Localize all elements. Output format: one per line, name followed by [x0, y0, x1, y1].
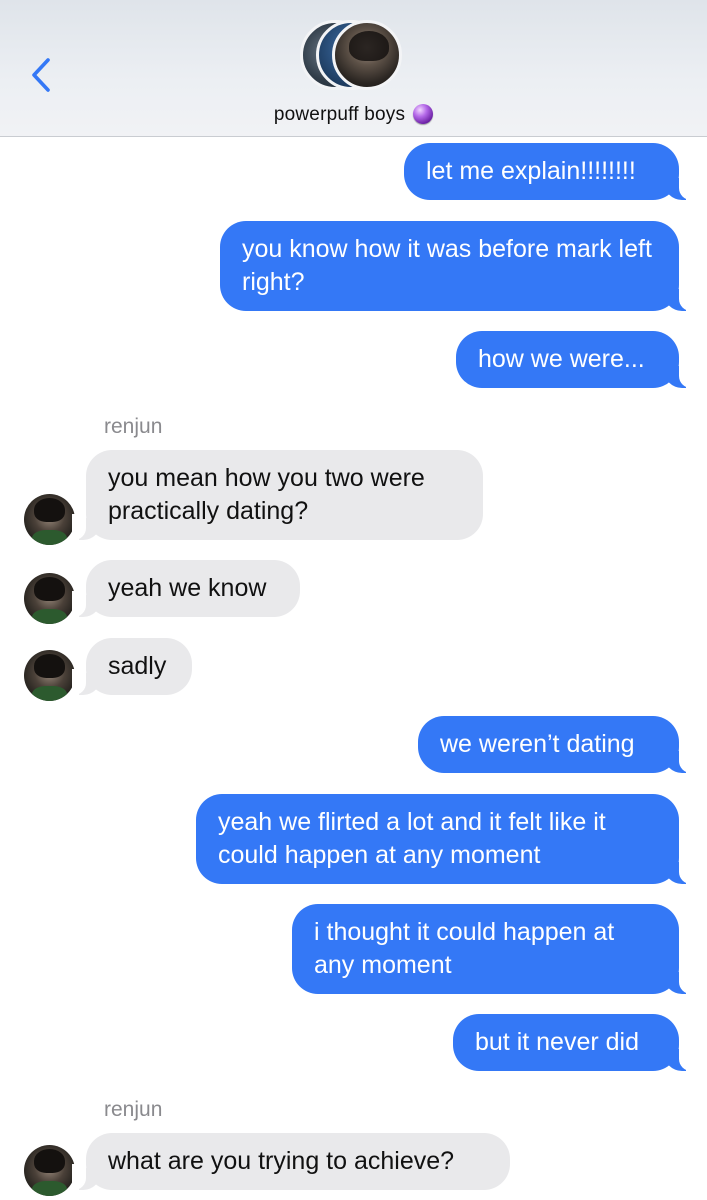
conversation-header: powerpuff boys	[0, 0, 707, 137]
message-bubble-outgoing[interactable]: you know how it was before mark left rig…	[220, 221, 693, 311]
message-text: yeah we flirted a lot and it felt like i…	[218, 808, 606, 869]
message-text: sadly	[108, 652, 167, 680]
message-text: but it never did	[475, 1028, 639, 1056]
message-text: what are you trying to achieve?	[108, 1147, 455, 1175]
message-text: you mean how you two were practically da…	[108, 464, 425, 525]
message-bubble-outgoing[interactable]: how we were...	[456, 331, 693, 388]
message-bubble-incoming[interactable]: yeah we know	[72, 560, 300, 617]
renjun-avatar[interactable]	[24, 573, 75, 624]
chevron-left-icon	[32, 58, 50, 92]
group-member-avatar	[332, 20, 402, 90]
message-bubble-incoming[interactable]: what are you trying to achieve?	[72, 1133, 510, 1190]
message-bubble-outgoing[interactable]: but it never did	[453, 1014, 693, 1071]
message-text: let me explain!!!!!!!!	[426, 157, 636, 185]
group-name-label: powerpuff boys	[273, 104, 406, 125]
message-bubble-outgoing[interactable]: i thought it could happen at any moment	[292, 904, 693, 994]
message-bubble-incoming[interactable]: sadly	[72, 638, 192, 695]
renjun-avatar[interactable]	[24, 494, 75, 545]
message-text: we weren’t dating	[440, 730, 635, 758]
renjun-avatar[interactable]	[24, 650, 75, 701]
group-name[interactable]: powerpuff boys	[0, 104, 707, 126]
message-text: yeah we know	[108, 574, 267, 602]
message-text: i thought it could happen at any moment	[314, 918, 615, 979]
sender-name: renjun	[104, 415, 163, 438]
message-bubble-outgoing[interactable]: let me explain!!!!!!!!	[404, 143, 693, 200]
message-bubble-incoming[interactable]: you mean how you two were practically da…	[72, 450, 483, 540]
crystal-ball-icon	[413, 104, 434, 124]
sender-name: renjun	[104, 1098, 163, 1121]
message-bubble-outgoing[interactable]: we weren’t dating	[418, 716, 693, 773]
message-bubble-outgoing[interactable]: yeah we flirted a lot and it felt like i…	[196, 794, 693, 884]
message-text: how we were...	[478, 345, 645, 373]
renjun-avatar[interactable]	[24, 1145, 75, 1196]
back-button[interactable]	[22, 52, 60, 98]
message-text: you know how it was before mark left rig…	[242, 235, 652, 296]
group-avatar-stack[interactable]	[300, 20, 410, 94]
